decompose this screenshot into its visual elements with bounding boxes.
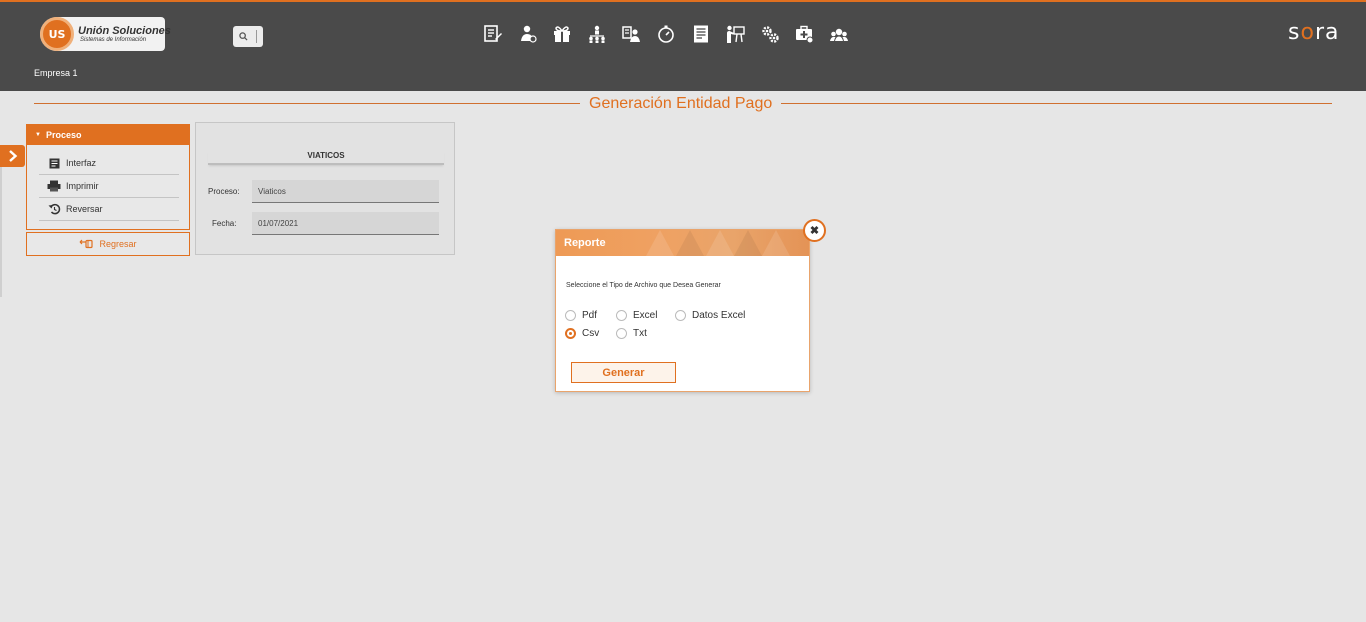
printer-icon (47, 180, 61, 192)
document-edit-icon[interactable] (483, 23, 503, 45)
report-dialog: Reporte Seleccione el Tipo de Archivo qu… (555, 229, 810, 392)
process-field-label: Proceso: (208, 187, 240, 196)
option-pdf[interactable]: Pdf (565, 310, 616, 321)
sidebar-edge (0, 167, 2, 297)
dialog-header: Reporte (556, 230, 809, 256)
process-panel: ▼ Proceso Interfaz Imprimir Reversar (26, 124, 190, 230)
sidebar-item-label: Reversar (66, 204, 103, 214)
brand-part-2: o (1300, 20, 1315, 45)
logo-title: Unión Soluciones (78, 24, 171, 37)
brand-part-3: ra (1314, 20, 1340, 45)
logo-subtitle: Sistemas de Información (80, 36, 147, 43)
page-title: Generación Entidad Pago (580, 95, 782, 113)
radio-excel[interactable] (616, 310, 627, 321)
form-title: VIATICOS (208, 151, 444, 165)
dialog-message: Seleccione el Tipo de Archivo que Desea … (566, 282, 721, 289)
option-label: Excel (633, 310, 658, 321)
main-menu (483, 23, 864, 45)
search-button[interactable] (233, 26, 263, 47)
caret-down-icon: ▼ (35, 132, 41, 138)
brand-logo: sora (1288, 20, 1339, 45)
group-icon[interactable] (829, 23, 849, 45)
search-icon (239, 32, 248, 41)
radio-csv[interactable] (565, 328, 576, 339)
org-chart-icon[interactable] (587, 23, 607, 45)
process-panel-header[interactable]: ▼ Proceso (27, 125, 189, 145)
option-excel[interactable]: Excel (616, 310, 675, 321)
logo-badge-text: US (48, 27, 66, 41)
format-options-row-2: Csv Txt (565, 328, 647, 339)
gift-icon[interactable] (552, 23, 572, 45)
radio-datos-excel[interactable] (675, 310, 686, 321)
top-header: US Unión Soluciones Sistemas de Informac… (0, 0, 1366, 91)
sidebar-item-imprimir[interactable]: Imprimir (39, 175, 179, 198)
process-header-label: Proceso (45, 130, 82, 140)
undo-icon (47, 203, 61, 215)
back-button-label: Regresar (99, 239, 137, 249)
sidebar-item-interfaz[interactable]: Interfaz (39, 152, 179, 175)
process-field[interactable]: Viaticos (252, 180, 439, 203)
user-money-icon[interactable] (518, 23, 538, 45)
close-icon[interactable]: ✖ (803, 219, 826, 242)
sidebar-item-label: Imprimir (66, 181, 99, 191)
option-label: Csv (582, 328, 600, 339)
format-options-row-1: Pdf Excel Datos Excel (565, 310, 745, 321)
timer-icon[interactable] (656, 23, 676, 45)
list-icon (47, 157, 61, 169)
option-label: Txt (633, 328, 647, 339)
back-hand-icon (80, 239, 94, 249)
logo-badge: US (40, 17, 74, 51)
generate-button[interactable]: Generar (571, 362, 676, 383)
sidebar-item-label: Interfaz (66, 158, 97, 168)
medical-kit-icon[interactable] (794, 23, 814, 45)
company-name: Empresa 1 (34, 68, 78, 78)
option-label: Datos Excel (692, 310, 746, 321)
company-logo[interactable]: US Unión Soluciones Sistemas de Informac… (40, 17, 171, 51)
option-datos-excel[interactable]: Datos Excel (675, 310, 745, 321)
sidebar-toggle-button[interactable] (0, 145, 25, 167)
gears-icon[interactable] (760, 23, 780, 45)
sidebar-item-reversar[interactable]: Reversar (39, 198, 179, 221)
report-icon[interactable] (691, 23, 711, 45)
chevron-right-icon (8, 150, 17, 162)
option-label: Pdf (582, 310, 598, 321)
radio-pdf[interactable] (565, 310, 576, 321)
option-csv[interactable]: Csv (565, 328, 616, 339)
date-field[interactable]: 01/07/2021 (252, 212, 439, 235)
user-doc-icon[interactable] (621, 23, 641, 45)
dialog-title: Reporte (564, 237, 606, 249)
option-txt[interactable]: Txt (616, 328, 647, 339)
radio-txt[interactable] (616, 328, 627, 339)
form-panel: VIATICOS Proceso: Viaticos Fecha: 01/07/… (195, 122, 455, 255)
brand-part-1: s (1288, 20, 1301, 45)
back-button[interactable]: Regresar (26, 232, 190, 256)
date-field-label: Fecha: (212, 219, 237, 228)
presentation-icon[interactable] (725, 23, 745, 45)
